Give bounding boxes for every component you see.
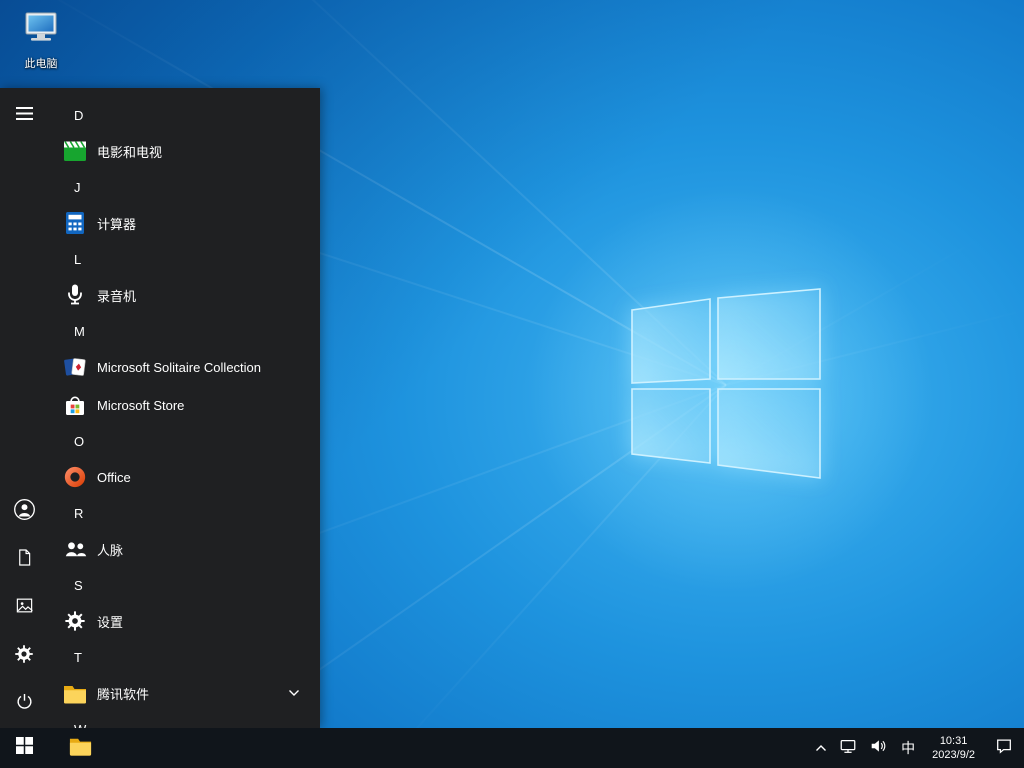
section-letter-d[interactable]: D xyxy=(48,98,320,132)
app-label: Microsoft Solitaire Collection xyxy=(97,360,261,375)
office-icon xyxy=(61,464,88,491)
volume-button[interactable] xyxy=(863,728,893,768)
movies-tv-icon xyxy=(61,138,88,165)
pictures-icon xyxy=(15,596,34,620)
voice-recorder-icon xyxy=(61,282,88,309)
start-menu: D 电影和电视 J xyxy=(0,88,320,728)
app-item-solitaire[interactable]: Microsoft Solitaire Collection xyxy=(48,348,320,386)
store-icon xyxy=(61,392,88,419)
app-item-movies-tv[interactable]: 电影和电视 xyxy=(48,132,320,170)
documents-icon xyxy=(15,548,34,572)
clock[interactable]: 10:31 2023/9/2 xyxy=(923,728,984,768)
app-label: 设置 xyxy=(97,612,123,631)
folder-icon xyxy=(61,680,88,707)
settings-gear-icon xyxy=(14,644,34,669)
ime-indicator[interactable]: 中 xyxy=(893,728,923,768)
file-explorer-icon xyxy=(68,733,93,763)
app-label: 电影和电视 xyxy=(97,142,162,161)
file-explorer-button[interactable] xyxy=(58,728,102,768)
this-pc-icon xyxy=(21,35,61,52)
section-letter-w[interactable]: W xyxy=(48,712,320,728)
desktop-icon-label: 此电脑 xyxy=(12,55,70,71)
clock-date: 2023/9/2 xyxy=(932,748,975,762)
app-item-office[interactable]: Office xyxy=(48,458,320,496)
solitaire-icon xyxy=(61,354,88,381)
power-button[interactable] xyxy=(0,680,48,728)
windows-logo xyxy=(630,288,822,485)
app-label: Microsoft Store xyxy=(97,398,184,413)
section-letter-j[interactable]: J xyxy=(48,170,320,204)
app-label: Office xyxy=(97,470,131,485)
show-hidden-icons-button[interactable] xyxy=(809,728,833,768)
app-item-settings[interactable]: 设置 xyxy=(48,602,320,640)
network-icon xyxy=(839,737,857,760)
documents-button[interactable] xyxy=(0,536,48,584)
taskbar-empty-area xyxy=(102,728,809,768)
power-icon xyxy=(15,692,34,716)
app-item-calculator[interactable]: 计算器 xyxy=(48,204,320,242)
app-item-voice-recorder[interactable]: 录音机 xyxy=(48,276,320,314)
section-letter-t[interactable]: T xyxy=(48,640,320,674)
app-label: 腾讯软件 xyxy=(97,684,149,703)
app-item-people[interactable]: 人脉 xyxy=(48,530,320,568)
volume-icon xyxy=(869,737,887,760)
clock-time: 10:31 xyxy=(940,734,968,748)
start-menu-rail xyxy=(0,88,48,728)
app-label: 人脉 xyxy=(97,540,123,559)
expand-menu-button[interactable] xyxy=(0,92,48,140)
section-letter-s[interactable]: S xyxy=(48,568,320,602)
section-letter-m[interactable]: M xyxy=(48,314,320,348)
user-avatar-icon xyxy=(13,498,36,526)
system-tray: 中 10:31 2023/9/2 xyxy=(809,728,1024,768)
settings-button[interactable] xyxy=(0,632,48,680)
chevron-down-icon xyxy=(288,689,300,697)
people-icon xyxy=(61,536,88,563)
calculator-icon xyxy=(61,210,88,237)
app-item-tencent-folder[interactable]: 腾讯软件 xyxy=(48,674,320,712)
action-center-button[interactable] xyxy=(984,728,1024,768)
windows-start-icon xyxy=(16,737,33,759)
network-button[interactable] xyxy=(833,728,863,768)
taskbar: 中 10:31 2023/9/2 xyxy=(0,728,1024,768)
settings-gear-icon xyxy=(61,608,88,635)
start-button[interactable] xyxy=(0,728,48,768)
start-menu-app-list: D 电影和电视 J xyxy=(48,88,320,728)
app-label: 计算器 xyxy=(97,214,136,233)
section-letter-l[interactable]: L xyxy=(48,242,320,276)
user-account-button[interactable] xyxy=(0,488,48,536)
hamburger-icon xyxy=(16,107,33,125)
section-letter-r[interactable]: R xyxy=(48,496,320,530)
pictures-button[interactable] xyxy=(0,584,48,632)
app-item-microsoft-store[interactable]: Microsoft Store xyxy=(48,386,320,424)
section-letter-o[interactable]: O xyxy=(48,424,320,458)
desktop-icon-this-pc[interactable]: 此电脑 xyxy=(12,8,70,71)
app-label: 录音机 xyxy=(97,286,136,305)
chevron-up-icon xyxy=(815,739,827,757)
action-center-icon xyxy=(995,737,1013,760)
screen: 此电脑 xyxy=(0,0,1024,768)
